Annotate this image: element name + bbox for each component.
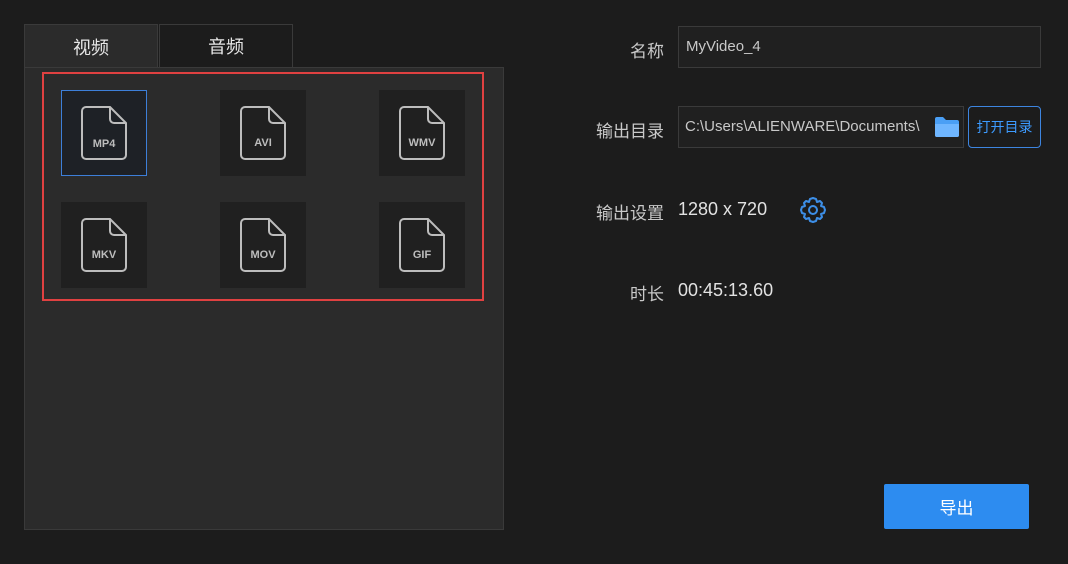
output-dir-input[interactable]: C:\Users\ALIENWARE\Documents\ <box>678 106 964 148</box>
file-icon <box>399 218 445 272</box>
format-label: MKV <box>91 249 117 261</box>
tab-video[interactable]: 视频 <box>24 24 158 68</box>
format-mov[interactable]: MOV <box>220 202 306 288</box>
folder-icon[interactable] <box>934 116 960 138</box>
resolution-value: 1280 x 720 <box>678 199 768 219</box>
name-input[interactable]: MyVideo_4 <box>678 26 1041 68</box>
file-icon <box>399 106 445 160</box>
format-mp4[interactable]: MP4 <box>61 90 147 176</box>
duration-value: 00:45:13.60 <box>678 280 774 300</box>
format-avi[interactable]: AVI <box>220 90 306 176</box>
tab-video-label: 视频 <box>73 37 109 59</box>
tab-audio[interactable]: 音频 <box>159 24 293 67</box>
file-icon <box>240 106 286 160</box>
format-label: AVI <box>254 137 272 149</box>
tab-audio-label: 音频 <box>208 37 244 58</box>
gear-icon[interactable] <box>798 195 828 225</box>
duration-label: 时长 <box>630 285 664 305</box>
export-button[interactable]: 导出 <box>884 484 1029 529</box>
format-mkv[interactable]: MKV <box>61 202 147 288</box>
format-label: MOV <box>250 249 276 261</box>
file-icon <box>81 218 127 272</box>
name-label: 名称 <box>630 42 664 62</box>
export-dialog: 视频 音频 MP4 AVI WMV MKV MOV GIF 名称 MyVideo… <box>0 0 1068 564</box>
output-dir-label: 输出目录 <box>596 122 664 142</box>
output-settings-label: 输出设置 <box>596 204 664 224</box>
format-label: WMV <box>408 137 436 149</box>
open-directory-button[interactable]: 打开目录 <box>968 106 1041 148</box>
format-label: GIF <box>412 249 432 261</box>
file-icon <box>240 218 286 272</box>
format-wmv[interactable]: WMV <box>379 90 465 176</box>
format-label: MP4 <box>92 138 116 150</box>
file-icon <box>81 106 127 160</box>
format-gif[interactable]: GIF <box>379 202 465 288</box>
